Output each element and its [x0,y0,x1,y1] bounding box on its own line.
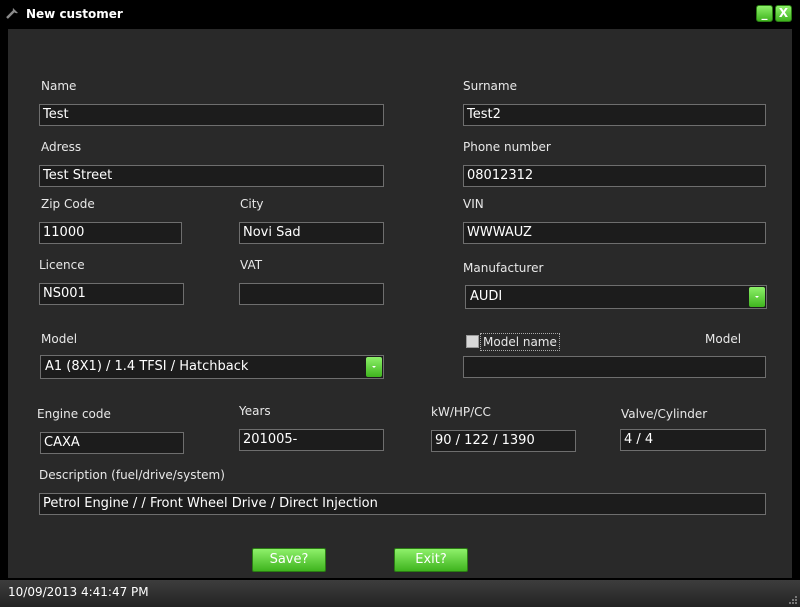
model-name-checkbox[interactable] [466,335,479,348]
exit-button[interactable]: Exit? [394,548,468,572]
model-selected: A1 (8X1) / 1.4 TFSI / Hatchback [45,359,249,374]
power-label: kW/HP/CC [431,405,491,419]
name-label: Name [41,79,77,93]
valve-cylinder-field[interactable]: 4 / 4 [620,429,766,451]
manufacturer-label: Manufacturer [463,261,544,275]
status-datetime: 10/09/2013 4:41:47 PM [8,585,149,599]
city-label: City [240,197,264,211]
title-bar[interactable]: New customer _ X [0,0,800,28]
new-customer-window: New customer _ X Name Test Surname Test2… [0,0,800,607]
manufacturer-selected: AUDI [470,289,503,304]
valve-cylinder-label: Valve/Cylinder [621,407,708,421]
vat-label: VAT [240,258,263,272]
window-title: New customer [26,7,123,21]
vin-label: VIN [463,197,484,211]
status-bar: 10/09/2013 4:41:47 PM [0,580,800,607]
description-label: Description (fuel/drive/system) [39,468,225,482]
model-name-checkbox-label[interactable]: Model name [480,333,560,351]
resize-grip-icon[interactable] [788,595,798,605]
close-button[interactable]: X [775,5,792,22]
zip-label: Zip Code [41,197,95,211]
description-field[interactable]: Petrol Engine / / Front Wheel Drive / Di… [39,493,766,515]
zip-field[interactable]: 11000 [39,222,182,244]
years-field[interactable]: 201005- [239,429,384,451]
model-dropdown[interactable]: A1 (8X1) / 1.4 TFSI / Hatchback [40,355,384,379]
address-field[interactable]: Test Street [39,165,384,187]
power-field[interactable]: 90 / 122 / 1390 [431,430,576,452]
surname-label: Surname [463,79,517,93]
vat-field[interactable] [239,283,384,305]
model-right-label: Model [705,332,742,346]
licence-label: Licence [39,258,85,272]
chevron-down-icon[interactable] [749,287,765,307]
engine-code-label: Engine code [37,407,111,421]
vin-field[interactable]: WWWAUZ [463,222,766,244]
phone-field[interactable]: 08012312 [463,165,766,187]
wrench-icon [6,8,18,19]
engine-code-field[interactable]: CAXA [40,432,184,454]
licence-field[interactable]: NS001 [39,283,184,305]
manufacturer-dropdown[interactable]: AUDI [465,285,767,309]
years-label: Years [239,404,271,418]
surname-field[interactable]: Test2 [463,104,766,126]
model-label: Model [41,332,78,346]
city-field[interactable]: Novi Sad [239,222,384,244]
model-name-field[interactable] [463,356,766,378]
save-button[interactable]: Save? [252,548,326,572]
chevron-down-icon[interactable] [366,357,382,377]
minimize-button[interactable]: _ [756,5,773,22]
name-field[interactable]: Test [39,104,384,126]
address-label: Adress [41,140,82,154]
phone-label: Phone number [463,140,551,154]
